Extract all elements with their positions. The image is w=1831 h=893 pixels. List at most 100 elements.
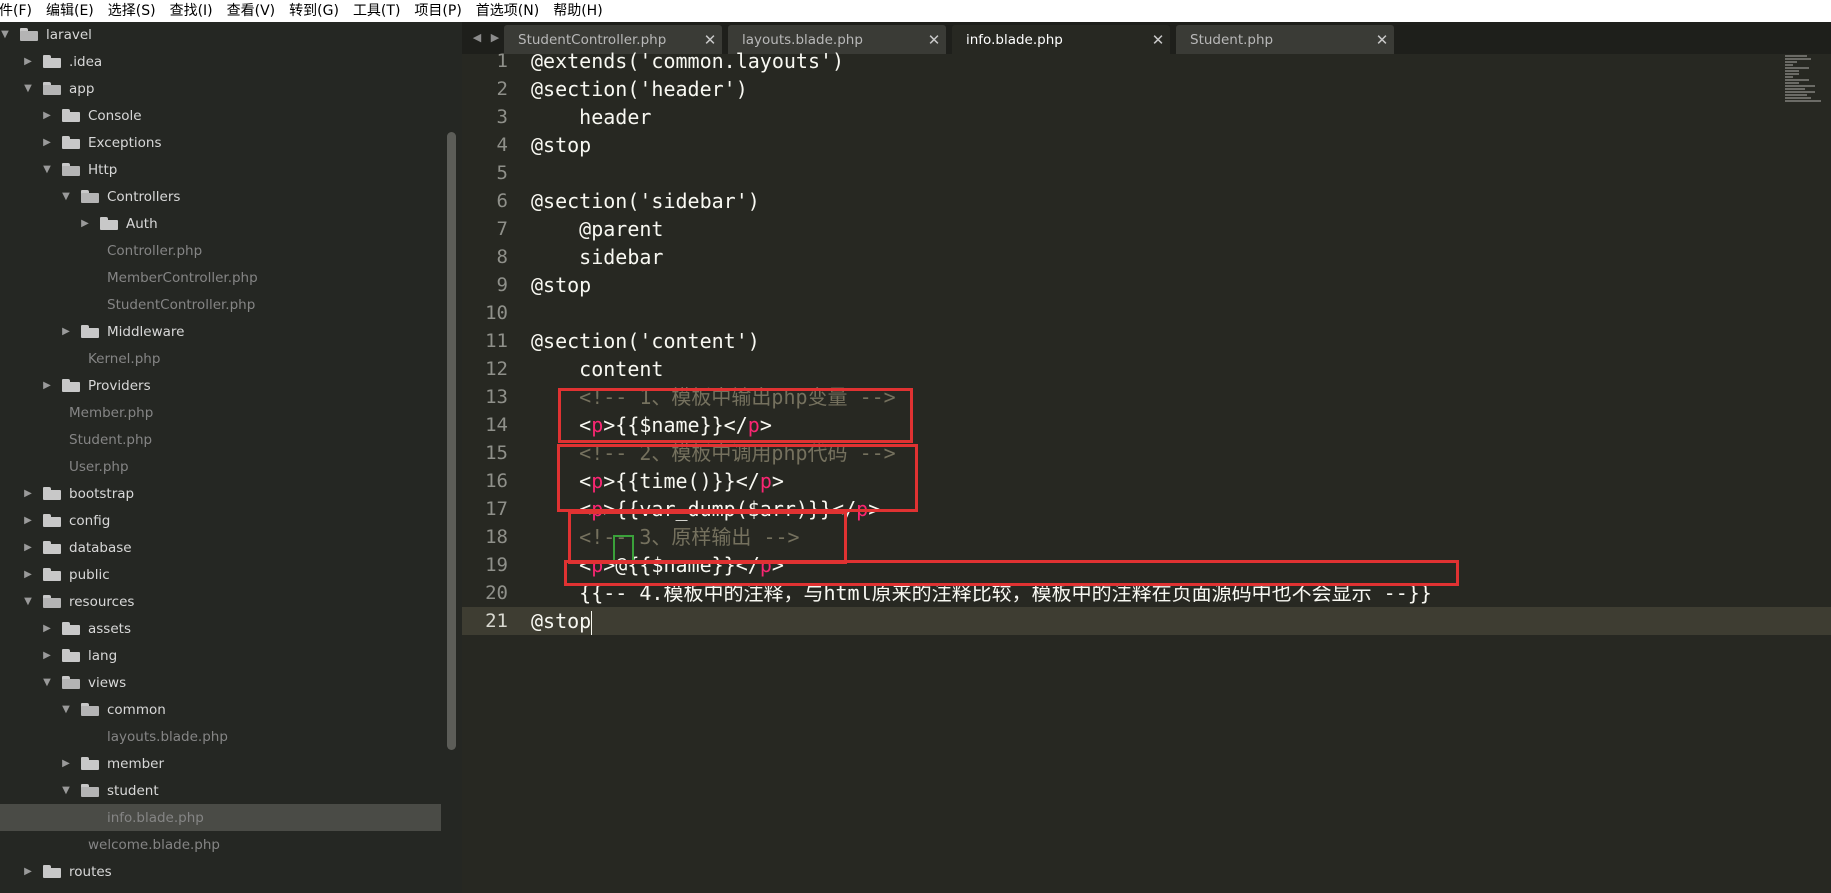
menu-item-8[interactable]: 首选项(N) <box>469 0 546 22</box>
disclosure-closed-icon[interactable] <box>23 488 33 500</box>
menu-item-3[interactable]: 查找(I) <box>163 0 220 22</box>
menu-item-6[interactable]: 工具(T) <box>346 0 407 22</box>
tree-folder-item[interactable]: lang <box>0 642 441 669</box>
tree-folder-item[interactable]: laravel <box>0 22 441 48</box>
tree-folder-item[interactable]: Http <box>0 156 441 183</box>
tree-folder-item[interactable]: app <box>0 75 441 102</box>
tree-folder-item[interactable]: database <box>0 534 441 561</box>
tree-file-item[interactable]: MemberController.php <box>0 264 441 291</box>
folder-icon <box>62 676 80 689</box>
code-line[interactable]: content <box>531 355 663 383</box>
line-number: 16 <box>485 470 508 492</box>
code-line[interactable]: @stop <box>531 131 591 159</box>
tree-folder-item[interactable]: member <box>0 750 441 777</box>
disclosure-closed-icon[interactable] <box>23 569 33 581</box>
line-number: 17 <box>485 498 508 520</box>
disclosure-closed-icon[interactable] <box>42 380 52 392</box>
close-icon[interactable]: ✕ <box>1146 31 1170 49</box>
disclosure-closed-icon[interactable] <box>42 650 52 662</box>
code-line[interactable]: @stop <box>531 271 591 299</box>
menu-item-2[interactable]: 选择(S) <box>101 0 163 22</box>
code-editor[interactable]: 1 2 3 4 5 6 7 8 9 10 11 12 13 14 15 16 17 18 19 20 21 @exten… <box>462 49 1831 893</box>
tree-folder-item[interactable]: Middleware <box>0 318 441 345</box>
disclosure-open-icon[interactable] <box>42 164 52 176</box>
menu-item-9[interactable]: 帮助(H) <box>546 0 609 22</box>
tree-folder-item[interactable]: views <box>0 669 441 696</box>
close-icon[interactable]: ✕ <box>922 31 946 49</box>
disclosure-open-icon[interactable] <box>23 83 33 95</box>
code-line[interactable]: @section('header') <box>531 75 748 103</box>
disclosure-open-icon[interactable] <box>61 191 71 203</box>
tree-folder-item[interactable]: Providers <box>0 372 441 399</box>
disclosure-closed-icon[interactable] <box>23 56 33 68</box>
tab-3[interactable]: Student.php ✕ <box>1176 25 1394 54</box>
disclosure-closed-icon[interactable] <box>61 326 71 338</box>
tree-folder-item[interactable]: assets <box>0 615 441 642</box>
tree-item-label: welcome.blade.php <box>88 836 220 853</box>
tree-folder-item[interactable]: routes <box>0 858 441 885</box>
tab-2[interactable]: info.blade.php ✕ <box>952 25 1170 54</box>
tree-file-item[interactable]: Member.php <box>0 399 441 426</box>
line-number: 14 <box>485 414 508 436</box>
tree-file-item[interactable]: welcome.blade.php <box>0 831 441 858</box>
tree-folder-item[interactable]: Controllers <box>0 183 441 210</box>
menu-item-7[interactable]: 项目(P) <box>407 0 468 22</box>
code-line[interactable]: @section('content') <box>531 327 760 355</box>
tree-folder-item[interactable]: config <box>0 507 441 534</box>
line-number: 21 <box>485 610 508 632</box>
tree-folder-item[interactable]: .idea <box>0 48 441 75</box>
tab-label: Student.php <box>1190 31 1274 48</box>
code-line[interactable]: @section('sidebar') <box>531 187 760 215</box>
menu-item-1[interactable]: 编辑(E) <box>39 0 101 22</box>
code-line[interactable]: header <box>531 103 651 131</box>
disclosure-closed-icon[interactable] <box>42 623 52 635</box>
tree-folder-item[interactable]: common <box>0 696 441 723</box>
code-line[interactable]: @extends('common.layouts') <box>531 47 844 75</box>
tree-file-item[interactable]: Student.php <box>0 426 441 453</box>
tree-file-item[interactable]: User.php <box>0 453 441 480</box>
disclosure-open-icon[interactable] <box>0 29 10 41</box>
disclosure-closed-icon[interactable] <box>23 542 33 554</box>
disclosure-closed-icon[interactable] <box>61 758 71 770</box>
code-token: @stop <box>531 609 592 633</box>
disclosure-open-icon[interactable] <box>23 596 33 608</box>
tree-file-item[interactable]: layouts.blade.php <box>0 723 441 750</box>
tree-item-label: assets <box>88 620 131 637</box>
tree-file-item[interactable]: Controller.php <box>0 237 441 264</box>
disclosure-open-icon[interactable] <box>61 785 71 797</box>
tree-folder-item[interactable]: student <box>0 777 441 804</box>
tree-file-item[interactable]: info.blade.php <box>0 804 441 831</box>
line-number: 9 <box>496 274 508 296</box>
tree-folder-item[interactable]: bootstrap <box>0 480 441 507</box>
sidebar-scrollbar-thumb[interactable] <box>447 132 456 750</box>
menu-item-0[interactable]: 件(F) <box>0 0 39 22</box>
tree-folder-item[interactable]: Console <box>0 102 441 129</box>
disclosure-closed-icon[interactable] <box>42 137 52 149</box>
tree-folder-item[interactable]: resources <box>0 588 441 615</box>
code-line[interactable]: @stop <box>531 607 593 635</box>
code-line[interactable]: @parent <box>531 215 663 243</box>
tree-folder-item[interactable]: Exceptions <box>0 129 441 156</box>
tree-folder-item[interactable]: public <box>0 561 441 588</box>
tree-file-item[interactable]: StudentController.php <box>0 291 441 318</box>
line-number: 18 <box>485 526 508 548</box>
menu-item-4[interactable]: 查看(V) <box>220 0 283 22</box>
code-line[interactable]: sidebar <box>531 243 663 271</box>
folder-icon <box>81 325 99 338</box>
close-icon[interactable]: ✕ <box>698 31 722 49</box>
tree-file-item[interactable]: Kernel.php <box>0 345 441 372</box>
disclosure-open-icon[interactable] <box>42 677 52 689</box>
minimap[interactable] <box>1785 55 1821 102</box>
disclosure-closed-icon[interactable] <box>80 218 90 230</box>
tree-folder-item[interactable]: Auth <box>0 210 441 237</box>
menu-item-5[interactable]: 转到(G) <box>282 0 346 22</box>
code-token: @section('header') <box>531 77 748 101</box>
folder-icon <box>43 568 61 581</box>
disclosure-closed-icon[interactable] <box>42 110 52 122</box>
disclosure-closed-icon[interactable] <box>23 515 33 527</box>
disclosure-closed-icon[interactable] <box>23 866 33 878</box>
tab-label: StudentController.php <box>518 31 667 48</box>
tab-label: info.blade.php <box>966 31 1063 48</box>
close-icon[interactable]: ✕ <box>1370 31 1394 49</box>
disclosure-open-icon[interactable] <box>61 704 71 716</box>
